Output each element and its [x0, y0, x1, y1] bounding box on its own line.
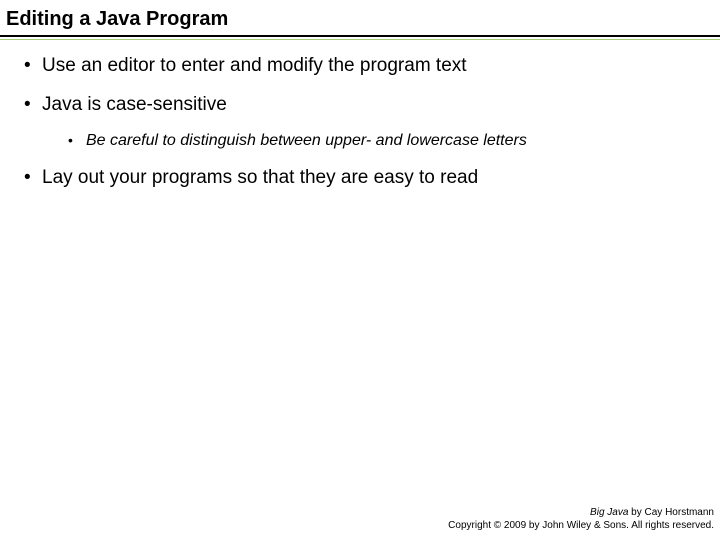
- sub-bullet-text: Be careful to distinguish between upper-…: [86, 132, 527, 149]
- bullet-text: Java is case-sensitive: [42, 94, 227, 115]
- bullet-text: Use an editor to enter and modify the pr…: [42, 55, 467, 76]
- slide-title: Editing a Java Program: [0, 0, 720, 35]
- title-underline: [0, 35, 720, 37]
- sub-bullet-item: Be careful to distinguish between upper-…: [68, 131, 714, 152]
- footer-line-2: Copyright © 2009 by John Wiley & Sons. A…: [448, 519, 714, 532]
- bullet-list: Use an editor to enter and modify the pr…: [6, 54, 714, 191]
- sub-bullet-list: Be careful to distinguish between upper-…: [42, 131, 714, 152]
- footer-line-1: Big Java by Cay Horstmann: [448, 506, 714, 519]
- footer: Big Java by Cay Horstmann Copyright © 20…: [448, 506, 714, 532]
- bullet-item: Lay out your programs so that they are e…: [24, 166, 714, 191]
- book-title: Big Java: [590, 507, 628, 518]
- accent-line: [0, 39, 720, 40]
- byline: by Cay Horstmann: [628, 507, 714, 518]
- bullet-item: Java is case-sensitive Be careful to dis…: [24, 93, 714, 152]
- bullet-item: Use an editor to enter and modify the pr…: [24, 54, 714, 79]
- bullet-text: Lay out your programs so that they are e…: [42, 167, 478, 188]
- content-area: Use an editor to enter and modify the pr…: [0, 54, 720, 191]
